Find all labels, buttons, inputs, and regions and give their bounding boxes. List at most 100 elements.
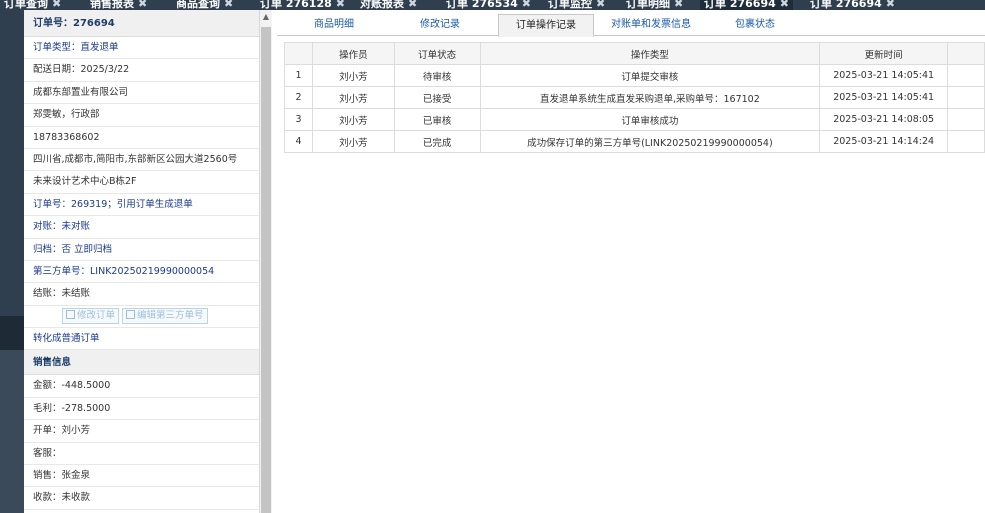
- top-tab[interactable]: 订单 276694 ✖: [700, 0, 793, 10]
- col-filler-header: [947, 42, 985, 65]
- row-filler: [947, 108, 985, 131]
- row-update-time: 2025-03-21 14:14:24: [819, 130, 949, 153]
- top-tab-label: 订单 276128: [260, 0, 332, 10]
- delivery-date: 配送日期：2025/3/22: [24, 59, 259, 82]
- company-name: 成都东部置业有限公司: [24, 82, 259, 105]
- sales-gross-profit: 毛利：-278.5000: [24, 398, 259, 421]
- top-tab[interactable]: 订单查询 ✖: [0, 0, 65, 10]
- row-operation-type: 成功保存订单的第三方单号(LINK20250219990000054): [479, 130, 821, 153]
- top-tab-label: 订单明细: [626, 0, 670, 10]
- row-index: 1: [284, 64, 313, 87]
- row-update-time: 2025-03-21 14:05:41: [819, 86, 949, 109]
- close-icon[interactable]: ✖: [780, 0, 789, 10]
- gutter-block: [0, 350, 24, 513]
- row-filler: [947, 86, 985, 109]
- top-tab-label: 对账报表: [360, 0, 404, 10]
- top-tab-label: 销售报表: [90, 0, 134, 10]
- left-panel-scrollbar[interactable]: ▲: [260, 10, 272, 513]
- top-tab[interactable]: 订单 276534 ✖: [442, 0, 535, 10]
- top-tab[interactable]: 订单明细 ✖: [622, 0, 687, 10]
- top-tab[interactable]: 商品查询 ✖: [172, 0, 237, 10]
- top-tab-label: 订单 276694: [704, 0, 776, 10]
- order-number-header: 订单号：276694: [24, 10, 259, 37]
- edit-order-button[interactable]: 修改订单: [62, 308, 120, 325]
- reconcile-status[interactable]: 对账：未对账: [24, 216, 259, 239]
- row-operation-type: 直发退单系统生成直发采购退单,采购单号：167102: [479, 86, 821, 109]
- row-status: 待审核: [393, 64, 481, 87]
- row-operation-type: 订单审核成功: [479, 108, 821, 131]
- close-icon[interactable]: ✖: [886, 0, 895, 10]
- reference-order-link[interactable]: 订单号：269319；引用订单生成退单: [24, 194, 259, 217]
- address-line-2: 未来设计艺术中心B栋2F: [24, 171, 259, 194]
- gutter-block: [0, 316, 24, 350]
- action-buttons: 修改订单 编辑第三方单号: [24, 306, 259, 329]
- main-panel: 商品明细 修改记录 订单操作记录 对账单和发票信息 包裹状态 操作员 订单状态 …: [277, 10, 985, 513]
- convert-normal-order-link[interactable]: 转化成普通订单: [24, 328, 259, 351]
- row-operator: 刘小芳: [311, 108, 395, 131]
- row-update-time: 2025-03-21 14:05:41: [819, 64, 949, 87]
- detail-tab-bar: 商品明细 修改记录 订单操作记录 对账单和发票信息 包裹状态: [277, 12, 985, 37]
- close-icon[interactable]: ✖: [138, 0, 147, 10]
- contact-name: 郑雯敏，行政部: [24, 104, 259, 127]
- top-tab-label: 订单 276694: [810, 0, 882, 10]
- top-tab-label: 订单监控: [548, 0, 592, 10]
- row-operator: 刘小芳: [311, 64, 395, 87]
- tab-change-log[interactable]: 修改记录: [391, 14, 489, 36]
- edit-icon: [66, 310, 75, 320]
- close-icon[interactable]: ✖: [224, 0, 233, 10]
- tab-statement-invoice[interactable]: 对账单和发票信息: [597, 14, 705, 36]
- table-row[interactable]: 4 刘小芳 已完成 成功保存订单的第三方单号(LINK2025021999000…: [284, 130, 985, 153]
- contact-phone: 18783368602: [24, 127, 259, 149]
- table-row[interactable]: 2 刘小芳 已接受 直发退单系统生成直发采购退单,采购单号：167102 202…: [284, 86, 985, 109]
- sales-info-header: 销售信息: [24, 350, 259, 376]
- sales-person: 销售：张金泉: [24, 465, 259, 488]
- row-filler: [947, 130, 985, 153]
- sales-payment: 收款：未收款: [24, 487, 259, 510]
- top-tab[interactable]: 订单监控 ✖: [544, 0, 609, 10]
- row-update-time: 2025-03-21 14:08:05: [819, 108, 949, 131]
- top-tab[interactable]: 销售报表 ✖: [86, 0, 151, 10]
- top-tab[interactable]: 对账报表 ✖: [356, 0, 421, 10]
- sales-customer-service: 客服：: [24, 443, 259, 466]
- col-update-time-header: 更新时间: [819, 42, 949, 65]
- row-operator: 刘小芳: [311, 130, 395, 153]
- scrollbar-thumb[interactable]: [261, 27, 271, 513]
- scroll-up-arrow-icon[interactable]: ▲: [260, 12, 272, 21]
- col-operation-type-header: 操作类型: [479, 42, 821, 65]
- row-filler: [947, 64, 985, 87]
- table-row[interactable]: 1 刘小芳 待审核 订单提交审核 2025-03-21 14:05:41: [284, 64, 985, 87]
- close-icon[interactable]: ✖: [596, 0, 605, 10]
- top-tab-label: 订单 276534: [446, 0, 518, 10]
- third-party-number[interactable]: 第三方单号：LINK20250219990000054: [24, 261, 259, 284]
- archive-status[interactable]: 归档：否 立即归档: [24, 239, 259, 261]
- sales-creator: 开单：刘小芳: [24, 420, 259, 443]
- address-line-1: 四川省,成都市,简阳市,东部新区公园大道2560号: [24, 149, 259, 172]
- row-index: 2: [284, 86, 313, 109]
- close-icon[interactable]: ✖: [408, 0, 417, 10]
- close-icon[interactable]: ✖: [52, 0, 61, 10]
- col-status-header: 订单状态: [393, 42, 481, 65]
- table-header-row: 操作员 订单状态 操作类型 更新时间: [284, 42, 985, 65]
- edit-third-party-label: 编辑第三方单号: [137, 310, 204, 322]
- operation-log-table: 操作员 订单状态 操作类型 更新时间 1 刘小芳 待审核 订单提交审核 2025…: [284, 42, 985, 153]
- top-tab-bar: 订单查询 ✖ 销售报表 ✖ 商品查询 ✖ 订单 276128 ✖ 对账报表 ✖ 订单 27…: [0, 0, 985, 10]
- col-index-header: [284, 42, 313, 65]
- top-tab[interactable]: 订单 276128 ✖: [256, 0, 349, 10]
- tab-product-details[interactable]: 商品明细: [277, 14, 391, 36]
- tab-order-operation-log[interactable]: 订单操作记录: [498, 14, 594, 37]
- top-tab[interactable]: 订单 276694 ✖: [806, 0, 899, 10]
- table-row[interactable]: 3 刘小芳 已审核 订单审核成功 2025-03-21 14:08:05: [284, 108, 985, 131]
- edit-order-label: 修改订单: [77, 310, 116, 322]
- top-tab-label: 商品查询: [176, 0, 220, 10]
- col-operator-header: 操作员: [311, 42, 395, 65]
- row-operator: 刘小芳: [311, 86, 395, 109]
- edit-icon: [126, 310, 136, 320]
- settlement-status: 结账：未结账: [24, 283, 259, 306]
- tab-package-status[interactable]: 包裹状态: [711, 14, 799, 36]
- row-index: 3: [284, 108, 313, 131]
- close-icon[interactable]: ✖: [336, 0, 345, 10]
- close-icon[interactable]: ✖: [674, 0, 683, 10]
- close-icon[interactable]: ✖: [522, 0, 531, 10]
- row-status: 已审核: [393, 108, 481, 131]
- edit-third-party-button[interactable]: 编辑第三方单号: [122, 308, 208, 325]
